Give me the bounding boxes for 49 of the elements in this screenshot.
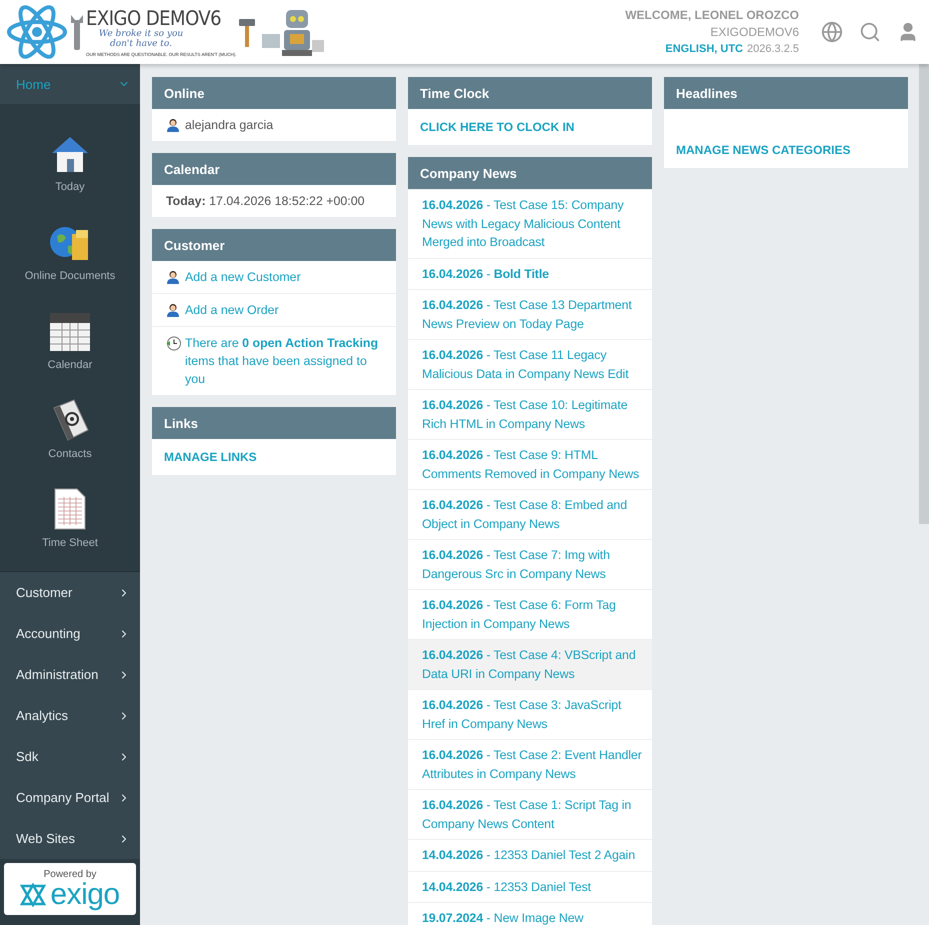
shortcut-link[interactable]: Contacts: [0, 371, 140, 460]
shortcut-link[interactable]: Today: [0, 104, 140, 193]
card-title: Calendar: [152, 153, 396, 185]
clock-icon: [166, 336, 181, 351]
card-title: Time Clock: [408, 77, 652, 109]
online-user: alejandra garcia: [185, 117, 274, 134]
scrollbar-thumb[interactable]: [919, 64, 929, 524]
calendar-today: Today: 17.04.2026 18:52:22 +00:00: [166, 193, 365, 210]
card-title: Links: [152, 407, 396, 439]
sidebar-item[interactable]: Accounting: [0, 613, 140, 654]
card-title: Company News: [408, 157, 652, 189]
shortcut-link[interactable]: Online Documents: [0, 193, 140, 282]
person-icon: [166, 303, 180, 317]
wrench-icon: [70, 14, 84, 50]
powered-by-badge: Powered by exigo: [4, 863, 136, 915]
sidebar-item[interactable]: Company Portal: [0, 777, 140, 818]
home-menu-item[interactable]: Home: [0, 64, 140, 104]
spreadsheet-icon: [53, 487, 87, 531]
card-title: Headlines: [664, 77, 908, 109]
atom-logo-icon: [6, 3, 68, 61]
news-item[interactable]: 16.04.2026 - Test Case 4: VBScript and Data URI in Company News: [408, 639, 652, 689]
manage-news-link[interactable]: MANAGE NEWS CATEGORIES: [676, 143, 850, 157]
star-logo-icon: [20, 882, 46, 906]
sidebar-item[interactable]: Analytics: [0, 695, 140, 736]
sidebar-item[interactable]: Web Sites: [0, 818, 140, 859]
version-text: 2026.3.2.5: [747, 42, 799, 56]
locale-link[interactable]: ENGLISH, UTC: [665, 40, 743, 58]
globe-icon[interactable]: [821, 21, 843, 43]
shortcut-link[interactable]: Calendar: [0, 282, 140, 371]
sidebar-item[interactable]: Customer: [0, 572, 140, 613]
news-item[interactable]: 19.07.2024 - New Image New: [408, 902, 652, 925]
person-icon: [166, 270, 180, 284]
hammer-icon: [238, 17, 256, 47]
logo-title: EXIGO DEMOV6: [86, 7, 222, 29]
action-tracking-link[interactable]: There are 0 open Action Tracking items that have been assigned to you: [185, 334, 388, 388]
sidebar-item[interactable]: Sdk: [0, 736, 140, 777]
card-title: Online: [152, 77, 396, 109]
customer-link[interactable]: Add a new Order: [185, 301, 279, 319]
clock-in-link[interactable]: CLICK HERE TO CLOCK IN: [420, 120, 574, 134]
company-name: EXIGODEMOV6: [710, 24, 799, 40]
customer-link[interactable]: Add a new Customer: [185, 268, 301, 286]
logo-tagline: We broke it so you don't have to.: [98, 29, 184, 49]
card-title: Customer: [152, 229, 396, 261]
sidebar-item[interactable]: Administration: [0, 654, 140, 695]
manage-links-link[interactable]: MANAGE LINKS: [164, 450, 257, 464]
person-icon: [166, 118, 180, 132]
shortcut-link[interactable]: Time Sheet: [0, 460, 140, 549]
welcome-text: WELCOME, LEONEL OROZCO: [625, 6, 799, 24]
search-icon[interactable]: [859, 21, 881, 43]
